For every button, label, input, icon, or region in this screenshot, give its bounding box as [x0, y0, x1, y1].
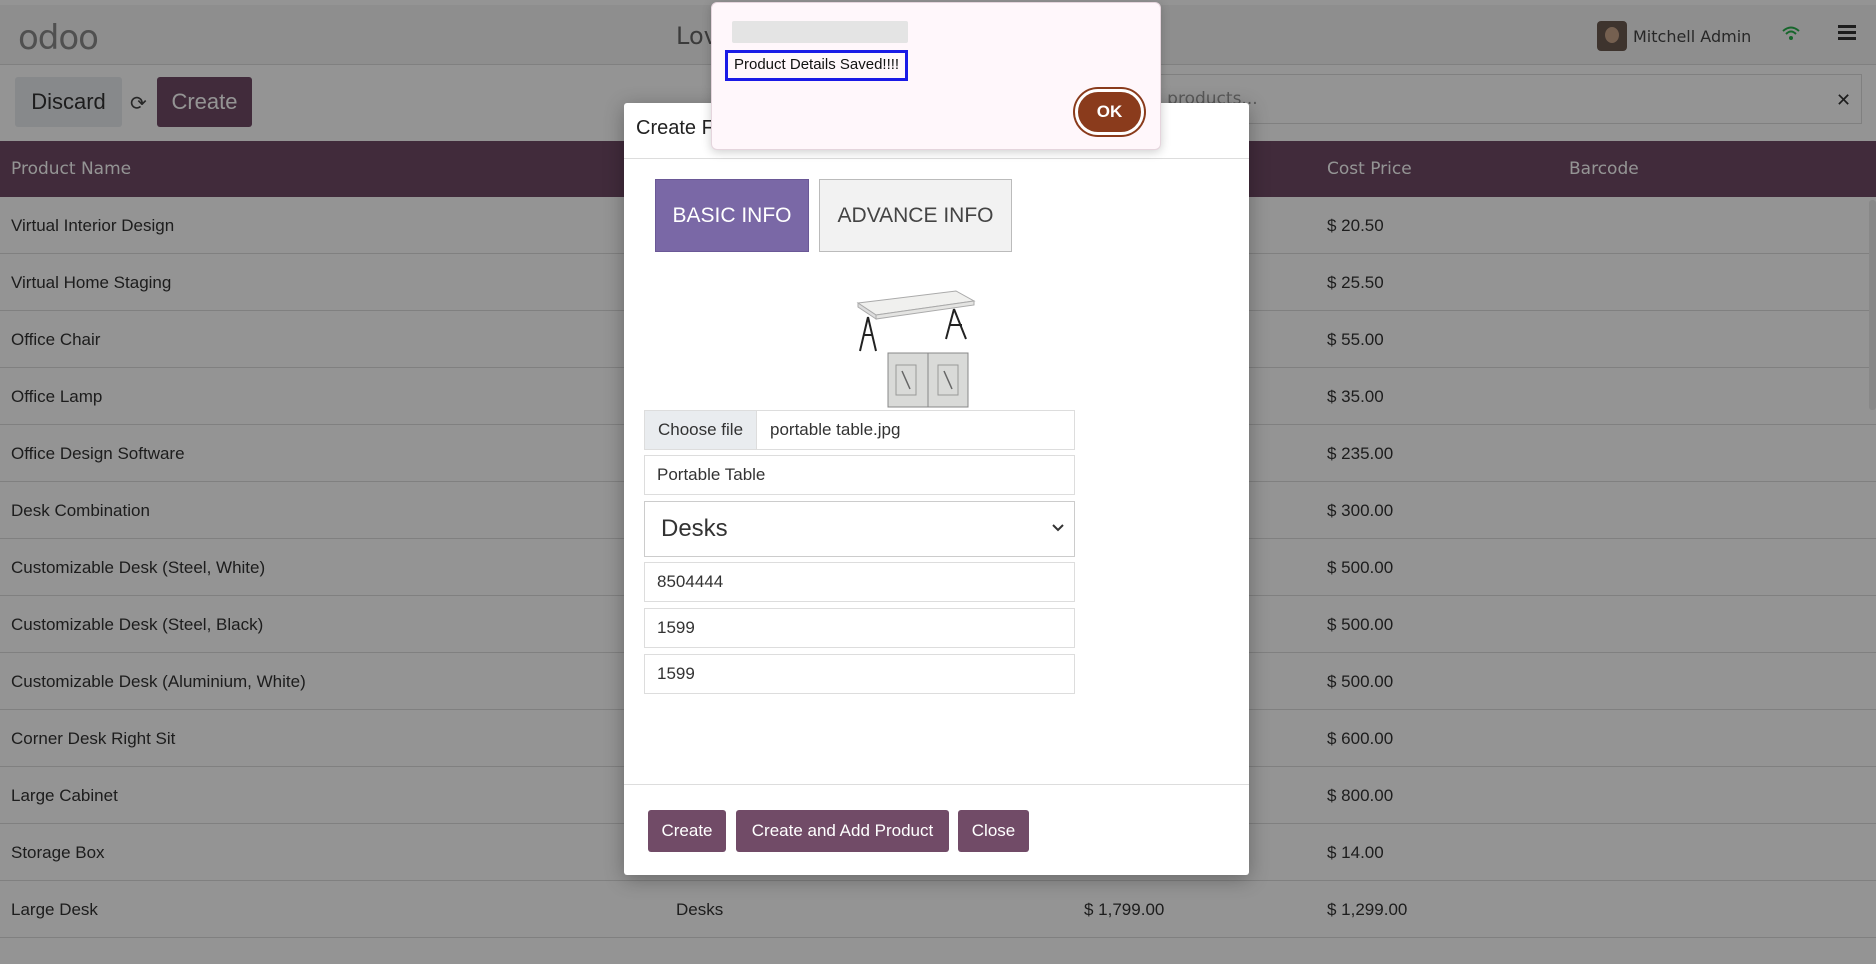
- cost-price-field[interactable]: 1599: [644, 654, 1075, 694]
- product-image: [856, 290, 976, 408]
- alert-dialog: Product Details Saved!!!! OK: [711, 2, 1161, 150]
- ok-button[interactable]: OK: [1075, 89, 1144, 135]
- create-product-dialog: Create F BASIC INFO ADVANCE INFO Choose …: [624, 103, 1249, 875]
- dialog-title: Create F: [636, 117, 714, 139]
- product-name-field[interactable]: Portable Table: [644, 455, 1075, 495]
- divider: [624, 784, 1249, 785]
- divider: [624, 158, 1249, 159]
- scrollbar[interactable]: [1869, 200, 1876, 410]
- category-select[interactable]: Desks: [644, 501, 1075, 557]
- alert-message: Product Details Saved!!!!: [725, 50, 909, 81]
- create-and-add-product-button[interactable]: Create and Add Product: [736, 810, 949, 852]
- sales-price-field[interactable]: 1599: [644, 608, 1075, 648]
- tab-advance-info[interactable]: ADVANCE INFO: [819, 179, 1012, 252]
- choose-file-button[interactable]: Choose file: [645, 411, 757, 449]
- close-button[interactable]: Close: [958, 810, 1029, 852]
- barcode-field[interactable]: 8504444: [644, 562, 1075, 602]
- alert-origin: [732, 21, 908, 43]
- tab-basic-info[interactable]: BASIC INFO: [655, 179, 809, 252]
- file-name: portable table.jpg: [770, 420, 901, 439]
- category-value: Desks: [661, 515, 728, 542]
- chevron-down-icon: [1052, 519, 1064, 537]
- create-button[interactable]: Create: [648, 810, 726, 852]
- file-upload[interactable]: Choose file portable table.jpg: [644, 410, 1075, 450]
